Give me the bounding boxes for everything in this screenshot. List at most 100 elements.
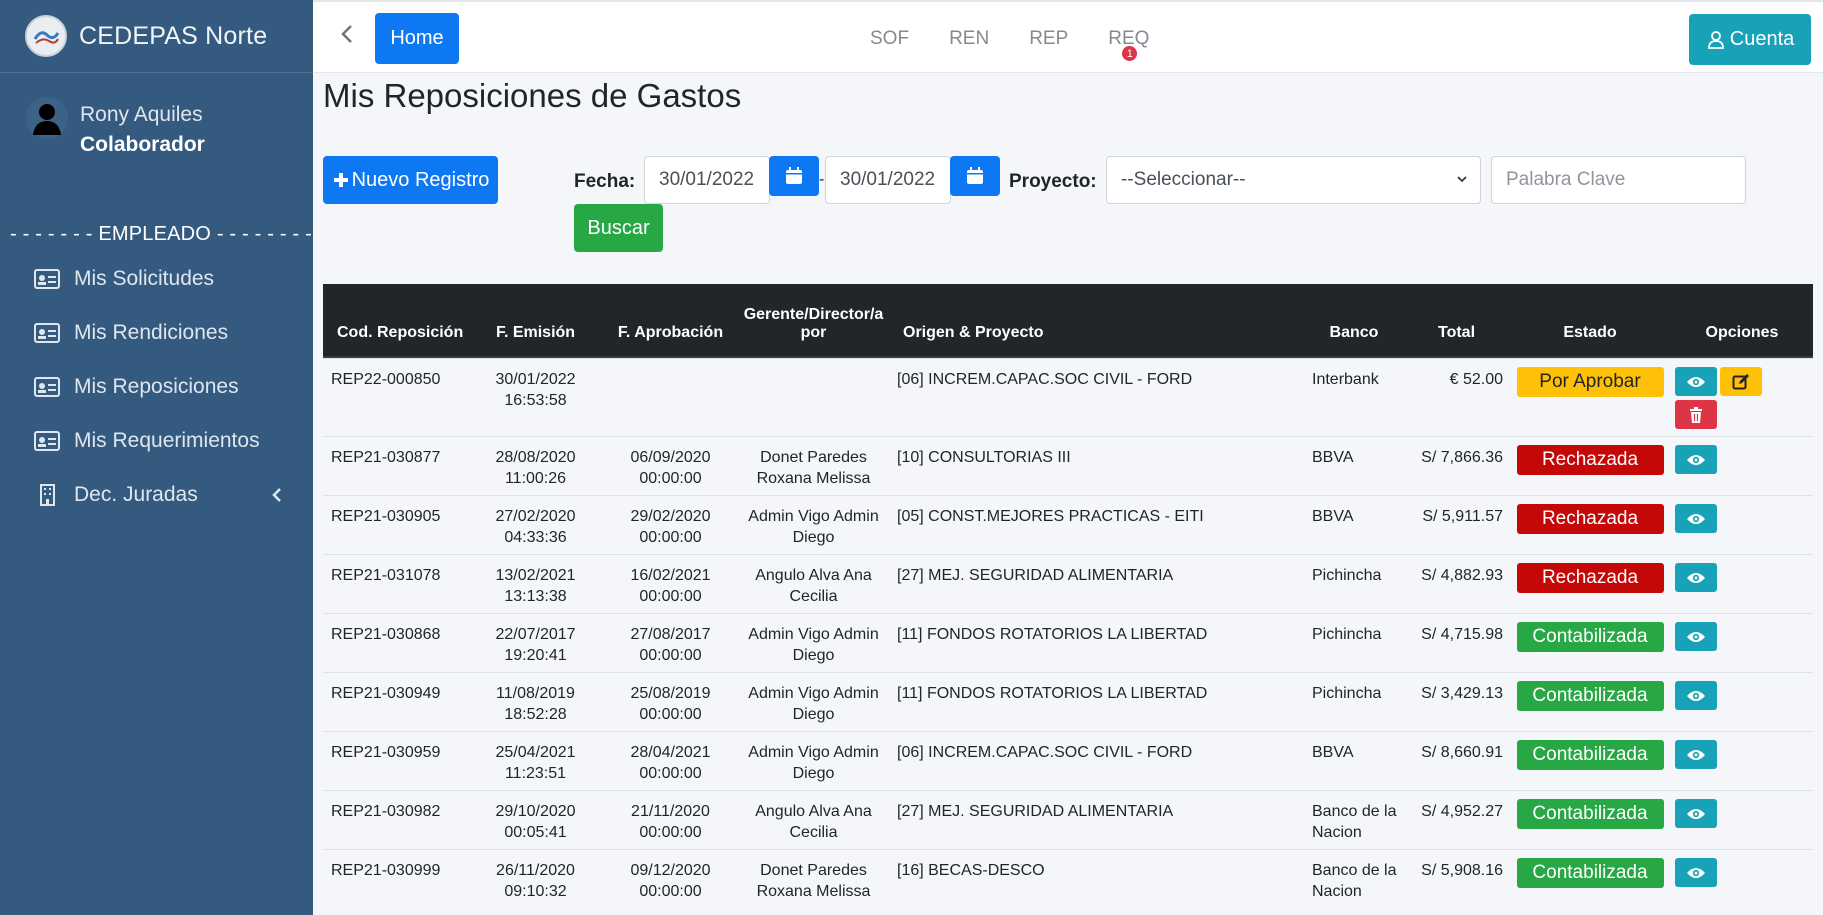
keyword-search-input[interactable]: Palabra Clave — [1491, 156, 1746, 204]
home-button[interactable]: Home — [375, 13, 459, 64]
date-to-field[interactable]: 30/01/2022 — [825, 156, 951, 204]
cell-opciones — [1671, 791, 1813, 849]
new-record-button[interactable]: Nuevo Registro — [323, 156, 498, 204]
cell-cod: REP21-030868 — [331, 626, 441, 643]
cell-origen: [27] MEJ. SEGURIDAD ALIMENTARIA — [897, 567, 1174, 584]
nav-link-sof[interactable]: SOF — [870, 28, 909, 65]
cell-banco: Pichincha — [1312, 626, 1382, 643]
view-button[interactable] — [1675, 681, 1717, 710]
account-button[interactable]: Cuenta — [1689, 14, 1811, 65]
cell-cod: REP21-031078 — [331, 567, 441, 584]
cell-origen: [06] INCREM.CAPAC.SOC CIVIL - FORD — [897, 371, 1193, 388]
cell-estado: Rechazada — [1509, 555, 1671, 613]
col-header-cod[interactable]: Cod. Reposición — [323, 324, 468, 342]
col-header-aprobacion[interactable]: F. Aprobación — [603, 324, 738, 342]
view-button[interactable] — [1675, 858, 1717, 887]
edit-icon — [1732, 373, 1749, 389]
table-row: REP21-030959 25/04/2021 11:23:51 28/04/20… — [323, 731, 1813, 790]
sidebar-item-rendiciones[interactable]: Mis Rendiciones — [0, 306, 313, 360]
cell-origen: [11] FONDOS ROTATORIOS LA LIBERTAD — [897, 685, 1208, 702]
cell-emision-time: 00:05:41 — [504, 824, 567, 841]
brand-name: CEDEPAS Norte — [79, 21, 268, 50]
cell-aprobacion: 16/02/2021 00:00:00 — [603, 555, 738, 613]
cell-total: € 52.00 — [1449, 371, 1503, 388]
sidebar-item-label: Dec. Juradas — [74, 483, 198, 506]
cell-gerente — [738, 359, 889, 436]
chevron-left-icon[interactable] — [271, 487, 283, 503]
user-name[interactable]: Rony Aquiles — [80, 103, 205, 127]
cell-emision-time: 11:23:51 — [504, 765, 567, 782]
date-from-field[interactable]: 30/01/2022 — [644, 156, 770, 204]
col-header-gerente[interactable]: Gerente/Director/a por — [738, 306, 889, 342]
cell-aprobacion-time: 00:00:00 — [639, 765, 702, 782]
cell-cod: REP21-030959 — [331, 744, 441, 761]
cell-aprobacion-date: 06/09/2020 — [630, 449, 711, 466]
cell-emision: 26/11/2020 09:10:32 — [468, 850, 603, 908]
date-from-calendar-button[interactable] — [769, 156, 819, 196]
cell-aprobacion-date: 25/08/2019 — [630, 685, 711, 702]
sidebar-item-requerimientos[interactable]: Mis Requerimientos — [0, 414, 313, 468]
sidebar-item-label: Mis Requerimientos — [74, 429, 260, 452]
cell-emision-time: 18:52:28 — [504, 706, 567, 723]
cell-estado: Contabilizada — [1509, 673, 1671, 731]
sidebar-item-reposiciones[interactable]: Mis Reposiciones — [0, 360, 313, 414]
cell-aprobacion-date: 29/02/2020 — [630, 508, 711, 525]
col-header-opciones: Opciones — [1705, 324, 1779, 341]
brand[interactable]: CEDEPAS Norte — [0, 0, 313, 73]
cell-aprobacion-time: 00:00:00 — [639, 647, 702, 664]
proyecto-label: Proyecto: — [1009, 171, 1097, 192]
cell-banco: Banco de la Nacion — [1312, 803, 1397, 841]
proyecto-select[interactable]: --Seleccionar-- — [1106, 156, 1481, 204]
view-button[interactable] — [1675, 367, 1717, 396]
eye-icon — [1687, 631, 1705, 642]
nav-link-req[interactable]: REQ 1 — [1108, 28, 1189, 65]
col-header-estado[interactable]: Estado — [1509, 324, 1671, 342]
proyecto-select-value: --Seleccionar-- — [1121, 169, 1246, 190]
section-label-empleado: - - - - - - - EMPLEADO - - - - - - - - — [10, 223, 312, 245]
search-button[interactable]: Buscar — [574, 204, 663, 252]
cell-total: S/ 7,866.36 — [1421, 449, 1503, 466]
status-badge: Contabilizada — [1516, 799, 1664, 829]
user-panel: Rony Aquiles Colaborador — [0, 73, 313, 203]
col-header-total[interactable]: Total — [1404, 324, 1509, 342]
cell-total: S/ 4,882.93 — [1421, 567, 1503, 584]
cell-emision-time: 19:20:41 — [504, 647, 567, 664]
view-button[interactable] — [1675, 445, 1717, 474]
cell-origen: [06] INCREM.CAPAC.SOC CIVIL - FORD — [897, 744, 1193, 761]
col-header-emision[interactable]: F. Emisión — [468, 324, 603, 342]
delete-button[interactable] — [1675, 400, 1717, 429]
cell-gerente: Donet Paredes Roxana Melissa — [756, 449, 871, 487]
table-row: REP21-030999 26/11/2020 09:10:32 09/12/20… — [323, 849, 1813, 908]
cell-gerente: Angulo Alva Ana Cecilia — [755, 803, 872, 841]
view-button[interactable] — [1675, 799, 1717, 828]
cell-estado: Rechazada — [1509, 496, 1671, 554]
nav-link-rep[interactable]: REP — [1029, 28, 1068, 65]
cell-emision-time: 04:33:36 — [504, 529, 567, 546]
sidebar-item-solicitudes[interactable]: Mis Solicitudes — [0, 252, 313, 306]
chevron-left-icon[interactable] — [337, 22, 357, 46]
calendar-icon — [786, 167, 802, 184]
nav-link-ren[interactable]: REN — [949, 28, 989, 65]
date-separator: - — [819, 171, 825, 188]
cell-emision-time: 09:10:32 — [504, 883, 567, 900]
view-button[interactable] — [1675, 740, 1717, 769]
cell-emision-time: 16:53:58 — [504, 392, 567, 409]
cell-gerente: Admin Vigo Admin Diego — [748, 744, 879, 782]
view-button[interactable] — [1675, 504, 1717, 533]
view-button[interactable] — [1675, 563, 1717, 592]
status-badge: Rechazada — [1516, 445, 1664, 475]
user-icon — [1707, 30, 1724, 49]
cell-banco: BBVA — [1312, 449, 1354, 466]
cell-opciones — [1671, 850, 1813, 908]
cell-emision-date: 26/11/2020 — [496, 862, 575, 879]
cell-banco: Pichincha — [1312, 567, 1382, 584]
chevron-down-icon — [1457, 176, 1467, 183]
cell-emision: 25/04/2021 11:23:51 — [468, 732, 603, 790]
view-button[interactable] — [1675, 622, 1717, 651]
col-header-origen[interactable]: Origen & Proyecto — [889, 324, 1304, 342]
edit-button[interactable] — [1720, 367, 1762, 396]
date-to-calendar-button[interactable] — [950, 156, 1000, 196]
sidebar-item-dec-juradas[interactable]: Dec. Juradas — [0, 468, 313, 522]
col-header-banco[interactable]: Banco — [1304, 324, 1404, 342]
status-badge: Contabilizada — [1516, 681, 1664, 711]
